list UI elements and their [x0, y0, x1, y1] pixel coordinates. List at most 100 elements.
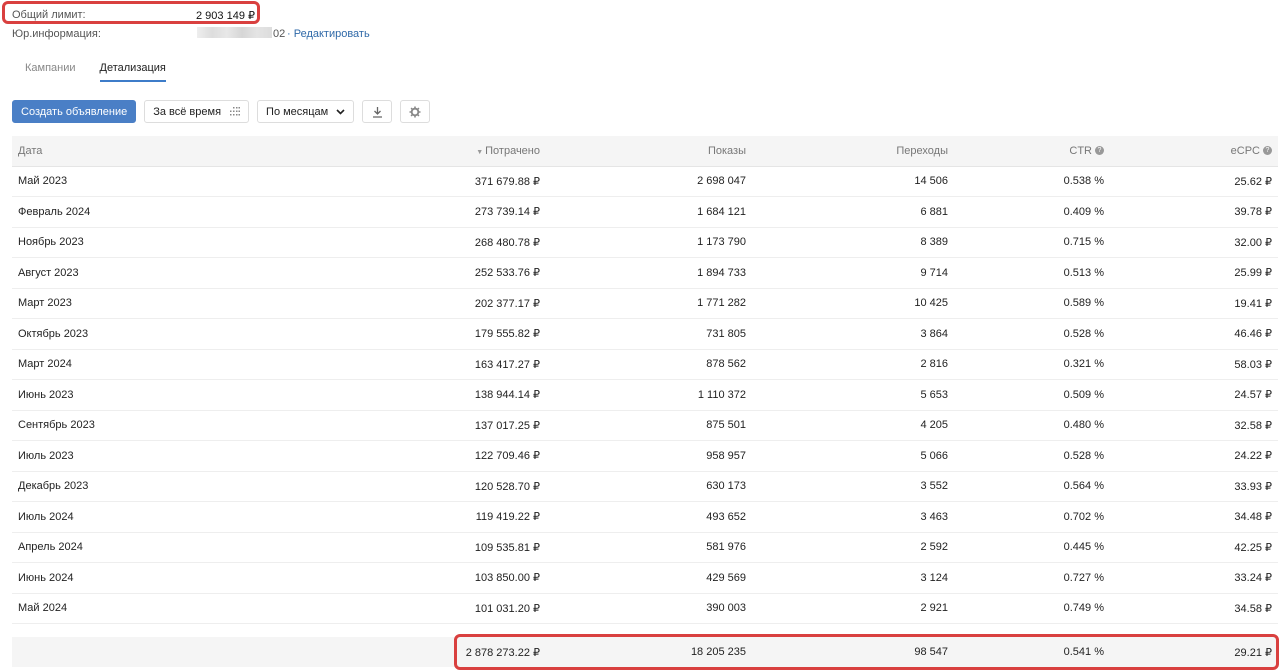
- cell-impressions: 878 562: [546, 349, 752, 380]
- cell-date: Май 2023: [12, 166, 162, 197]
- cell-clicks: 9 714: [752, 257, 954, 289]
- cell-ctr: 0.480 %: [954, 410, 1110, 441]
- col-ecpc[interactable]: eCPC?: [1110, 136, 1278, 167]
- col-date[interactable]: Дата: [12, 136, 162, 167]
- cell-ecpc: 32.58 ₽: [1110, 410, 1278, 441]
- create-ad-button[interactable]: Создать объявление: [12, 100, 137, 123]
- cell-ctr: 0.727 %: [954, 562, 1110, 594]
- table-row[interactable]: Декабрь 2023 120 528.70 ₽630 173 3 552 0.56…: [12, 471, 1278, 502]
- cell-impressions: 958 957: [546, 440, 752, 472]
- cell-ctr: 0.321 %: [954, 349, 1110, 380]
- cell-ctr: 0.528 %: [954, 440, 1110, 472]
- cell-spent: 179 555.82 ₽: [162, 318, 546, 350]
- stats-table: Дата ▼ Потрачено Показы Переходы CTR? eC…: [12, 136, 1278, 624]
- table-row[interactable]: Август 2023 252 533.76 ₽1 894 733 9 714 0.5…: [12, 257, 1278, 289]
- help-icon[interactable]: ?: [1095, 146, 1104, 156]
- table-row[interactable]: Февраль 2024 273 739.14 ₽1 684 121 6 881 0.…: [12, 196, 1278, 228]
- cell-spent: 109 535.81 ₽: [162, 532, 546, 563]
- table-row[interactable]: Апрель 2024 109 535.81 ₽581 976 2 592 0.445…: [12, 532, 1278, 563]
- cell-ecpc: 58.03 ₽: [1110, 349, 1278, 380]
- help-icon[interactable]: ?: [1263, 146, 1272, 156]
- cell-spent: 119 419.22 ₽: [162, 501, 546, 533]
- cell-clicks: 3 864: [752, 318, 954, 350]
- table-row[interactable]: Октябрь 2023 179 555.82 ₽731 805 3 864 0.52…: [12, 318, 1278, 350]
- cell-ctr: 0.749 %: [954, 593, 1110, 624]
- chevron-down-icon: [336, 108, 345, 115]
- col-clicks[interactable]: Переходы: [752, 136, 954, 167]
- cell-impressions: 875 501: [546, 410, 752, 441]
- tab-details[interactable]: Детализация: [99, 62, 166, 82]
- cell-clicks: 5 066: [752, 440, 954, 472]
- cell-date: Июль 2023: [12, 440, 162, 472]
- cell-date: Апрель 2024: [12, 532, 162, 563]
- table-row[interactable]: Июнь 2024 103 850.00 ₽429 569 3 124 0.727 %…: [12, 562, 1278, 594]
- calendar-grid-icon: [230, 107, 241, 116]
- col-ctr[interactable]: CTR?: [954, 136, 1110, 167]
- cell-impressions: 429 569: [546, 562, 752, 594]
- cell-date: Сентябрь 2023: [12, 410, 162, 441]
- cell-spent: 101 031.20 ₽: [162, 593, 546, 624]
- cell-spent: 137 017.25 ₽: [162, 410, 546, 441]
- cell-clicks: 3 124: [752, 562, 954, 594]
- cell-impressions: 731 805: [546, 318, 752, 350]
- col-impressions[interactable]: Показы: [546, 136, 752, 167]
- cell-ctr: 0.528 %: [954, 318, 1110, 350]
- table-row[interactable]: Июль 2023 122 709.46 ₽958 957 5 066 0.528 %…: [12, 440, 1278, 472]
- table-row[interactable]: Июль 2024 119 419.22 ₽493 652 3 463 0.702 %…: [12, 501, 1278, 533]
- table-row[interactable]: Июнь 2023 138 944.14 ₽1 110 372 5 653 0.509…: [12, 379, 1278, 411]
- cell-impressions: 1 894 733: [546, 257, 752, 289]
- cell-date: Март 2024: [12, 349, 162, 380]
- period-button[interactable]: За всё время: [144, 100, 250, 123]
- cell-ecpc: 32.00 ₽: [1110, 227, 1278, 258]
- cell-spent: 371 679.88 ₽: [162, 166, 546, 197]
- table-row[interactable]: Сентябрь 2023 137 017.25 ₽875 501 4 205 0.4…: [12, 410, 1278, 441]
- toolbar: Создать объявление За всё время По месяц…: [12, 100, 431, 123]
- cell-ctr: 0.445 %: [954, 532, 1110, 563]
- tab-campaigns[interactable]: Кампании: [25, 62, 76, 82]
- settings-button[interactable]: [400, 100, 431, 123]
- cell-clicks: 2 921: [752, 593, 954, 624]
- cell-spent: 138 944.14 ₽: [162, 379, 546, 411]
- cell-ctr: 0.715 %: [954, 227, 1110, 258]
- cell-impressions: 581 976: [546, 532, 752, 563]
- cell-clicks: 4 205: [752, 410, 954, 441]
- cell-ctr: 0.564 %: [954, 471, 1110, 502]
- cell-impressions: 390 003: [546, 593, 752, 624]
- sort-desc-icon: ▼: [476, 148, 486, 156]
- cell-ctr: 0.538 %: [954, 166, 1110, 197]
- cell-ctr: 0.589 %: [954, 288, 1110, 319]
- table-row[interactable]: Май 2023 371 679.88 ₽2 698 047 14 506 0.538…: [12, 166, 1278, 197]
- cell-ctr: 0.513 %: [954, 257, 1110, 289]
- limit-label: Общий лимит:: [12, 9, 86, 21]
- cell-spent: 103 850.00 ₽: [162, 562, 546, 594]
- table-row[interactable]: Ноябрь 2023 268 480.78 ₽1 173 790 8 389 0.7…: [12, 227, 1278, 258]
- cell-impressions: 630 173: [546, 471, 752, 502]
- cell-spent: 252 533.76 ₽: [162, 257, 546, 289]
- cell-ecpc: 19.41 ₽: [1110, 288, 1278, 319]
- cell-ecpc: 33.93 ₽: [1110, 471, 1278, 502]
- cell-ecpc: 25.99 ₽: [1110, 257, 1278, 289]
- edit-link[interactable]: · Редактировать: [287, 28, 370, 40]
- cell-date: Февраль 2024: [12, 196, 162, 228]
- cell-ecpc: 24.57 ₽: [1110, 379, 1278, 411]
- cell-impressions: 1 173 790: [546, 227, 752, 258]
- cell-clicks: 6 881: [752, 196, 954, 228]
- col-spent-label: Потрачено: [485, 144, 540, 157]
- cell-ecpc: 42.25 ₽: [1110, 532, 1278, 563]
- cell-date: Декабрь 2023: [12, 471, 162, 502]
- col-spent[interactable]: ▼ Потрачено: [162, 136, 546, 167]
- table-row[interactable]: Март 2023 202 377.17 ₽1 771 282 10 425 0.58…: [12, 288, 1278, 319]
- cell-date: Ноябрь 2023: [12, 227, 162, 258]
- cell-ctr: 0.509 %: [954, 379, 1110, 411]
- table-header: Дата ▼ Потрачено Показы Переходы CTR? eC…: [12, 136, 1278, 167]
- cell-impressions: 1 771 282: [546, 288, 752, 319]
- table-row[interactable]: Март 2024 163 417.27 ₽878 562 2 816 0.321 %…: [12, 349, 1278, 380]
- cell-clicks: 3 552: [752, 471, 954, 502]
- group-by-label: По месяцам: [266, 105, 329, 118]
- col-ctr-label: CTR: [1069, 144, 1092, 157]
- download-button[interactable]: [362, 100, 393, 123]
- table-row[interactable]: Май 2024 101 031.20 ₽390 003 2 921 0.749 % 3…: [12, 593, 1278, 624]
- group-by-dropdown[interactable]: По месяцам: [257, 100, 355, 123]
- cell-date: Август 2023: [12, 257, 162, 289]
- cell-spent: 163 417.27 ₽: [162, 349, 546, 380]
